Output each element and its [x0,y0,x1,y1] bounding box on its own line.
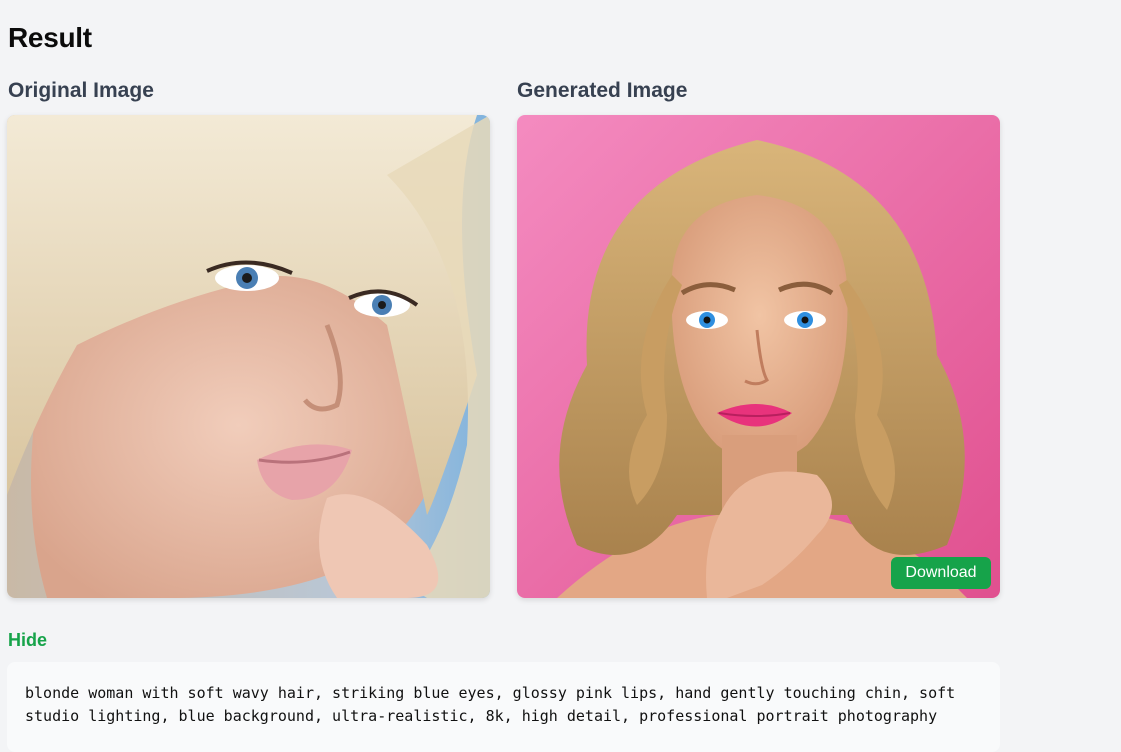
download-button[interactable]: Download [891,557,991,589]
original-photo [7,115,490,598]
prompt-box: blonde woman with soft wavy hair, striki… [7,662,1000,752]
hide-prompt-toggle[interactable]: Hide [8,630,47,651]
generated-photo [517,115,1000,598]
generated-image: Download [517,115,1000,598]
generated-image-label: Generated Image [517,79,688,102]
original-image-label: Original Image [8,79,154,102]
prompt-text: blonde woman with soft wavy hair, striki… [25,684,956,725]
page-title: Result [8,22,92,53]
original-image [7,115,490,598]
